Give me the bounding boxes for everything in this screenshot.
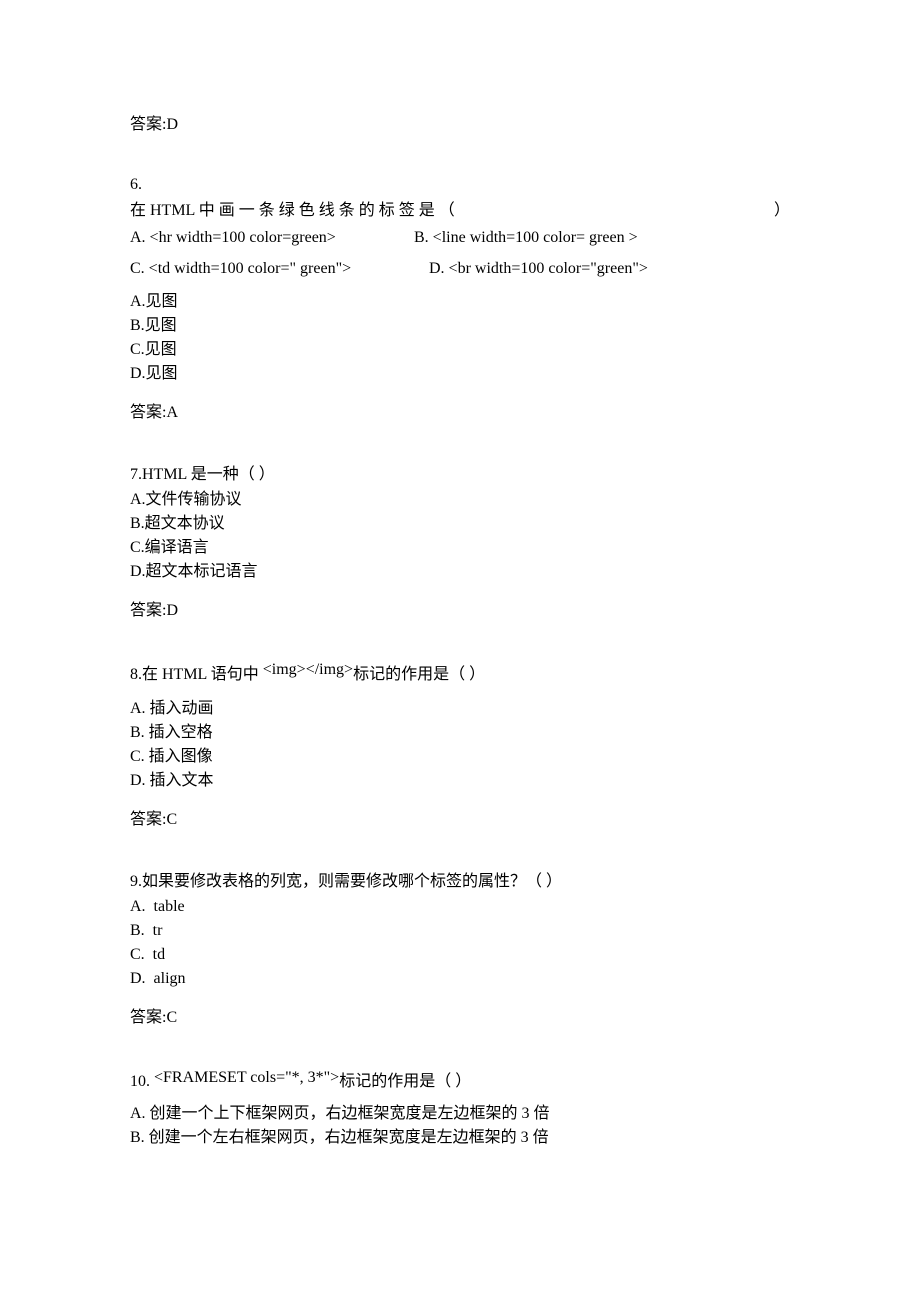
q8-option-a: A. 插入动画 bbox=[130, 697, 790, 721]
q8-option-b: B. 插入空格 bbox=[130, 721, 790, 745]
q10-stem-after: 标记的作用是（ ） bbox=[339, 1073, 471, 1090]
q6-option-a: A.见图 bbox=[130, 290, 790, 314]
q8-stem: 8.在 HTML 语句中 <img></img>标记的作用是（ ） bbox=[130, 660, 790, 688]
q8-stem-before: 8.在 HTML 语句中 bbox=[130, 666, 259, 683]
q10-option-a: A. 创建一个上下框架网页，右边框架宽度是左边框架的 3 倍 bbox=[130, 1102, 790, 1126]
question-10: 10. <FRAMESET cols="*, 3*">标记的作用是（ ） A. … bbox=[130, 1067, 790, 1151]
q6-img-a: A. <hr width=100 color=green> bbox=[130, 223, 410, 253]
q9-stem: 9.如果要修改表格的列宽，则需要修改哪个标签的属性？（ ） bbox=[130, 869, 790, 895]
q8-option-d: D. 插入文本 bbox=[130, 769, 790, 793]
q10-stem-img: <FRAMESET cols="*, 3*"> bbox=[154, 1069, 339, 1086]
q6-number: 6. bbox=[130, 172, 790, 198]
q6-option-c: C.见图 bbox=[130, 338, 790, 362]
q10-stem: 10. <FRAMESET cols="*, 3*">标记的作用是（ ） bbox=[130, 1067, 790, 1095]
answer-5: 答案:D bbox=[130, 110, 790, 134]
question-8: 8.在 HTML 语句中 <img></img>标记的作用是（ ） A. 插入动… bbox=[130, 660, 790, 830]
q6-stem: 在 HTML 中 画 一 条 绿 色 线 条 的 标 签 是 （ ） bbox=[130, 198, 790, 224]
q7-option-c: C.编译语言 bbox=[130, 536, 790, 560]
q7-option-d: D.超文本标记语言 bbox=[130, 560, 790, 584]
q6-img-d: D. <br width=100 color="green"> bbox=[429, 254, 648, 284]
q9-option-a: A. table bbox=[130, 895, 790, 919]
question-7: 7.HTML 是一种（ ） A.文件传输协议 B.超文本协议 C.编译语言 D.… bbox=[130, 462, 790, 620]
q8-stem-img: <img></img> bbox=[259, 661, 353, 678]
q7-answer: 答案:D bbox=[130, 596, 790, 620]
q9-answer: 答案:C bbox=[130, 1003, 790, 1027]
q6-stem-right: ） bbox=[774, 198, 790, 224]
q6-option-d: D.见图 bbox=[130, 362, 790, 386]
q6-img-c: C. <td width=100 color=" green"> bbox=[130, 254, 425, 284]
q10-stem-before: 10. bbox=[130, 1073, 154, 1090]
question-6: 6. 在 HTML 中 画 一 条 绿 色 线 条 的 标 签 是 （ ） A.… bbox=[130, 172, 790, 422]
q6-answer: 答案:A bbox=[130, 398, 790, 422]
q8-answer: 答案:C bbox=[130, 805, 790, 829]
q6-image-row-2: C. <td width=100 color=" green"> D. <br … bbox=[130, 254, 790, 284]
q9-option-d: D. align bbox=[130, 967, 790, 991]
q8-option-c: C. 插入图像 bbox=[130, 745, 790, 769]
document-page: 答案:D 6. 在 HTML 中 画 一 条 绿 色 线 条 的 标 签 是 （… bbox=[0, 0, 920, 1228]
q9-option-c: C. td bbox=[130, 943, 790, 967]
q7-stem: 7.HTML 是一种（ ） bbox=[130, 462, 790, 488]
q8-stem-after: 标记的作用是（ ） bbox=[353, 666, 485, 683]
q10-option-b: B. 创建一个左右框架网页，右边框架宽度是左边框架的 3 倍 bbox=[130, 1126, 790, 1150]
q7-option-b: B.超文本协议 bbox=[130, 512, 790, 536]
q6-image-row-1: A. <hr width=100 color=green> B. <line w… bbox=[130, 223, 790, 253]
q7-option-a: A.文件传输协议 bbox=[130, 488, 790, 512]
question-9: 9.如果要修改表格的列宽，则需要修改哪个标签的属性？（ ） A. table B… bbox=[130, 869, 790, 1027]
q6-img-b: B. <line width=100 color= green > bbox=[414, 223, 638, 253]
q6-option-b: B.见图 bbox=[130, 314, 790, 338]
q6-stem-left: 在 HTML 中 画 一 条 绿 色 线 条 的 标 签 是 （ bbox=[130, 198, 455, 224]
q9-option-b: B. tr bbox=[130, 919, 790, 943]
